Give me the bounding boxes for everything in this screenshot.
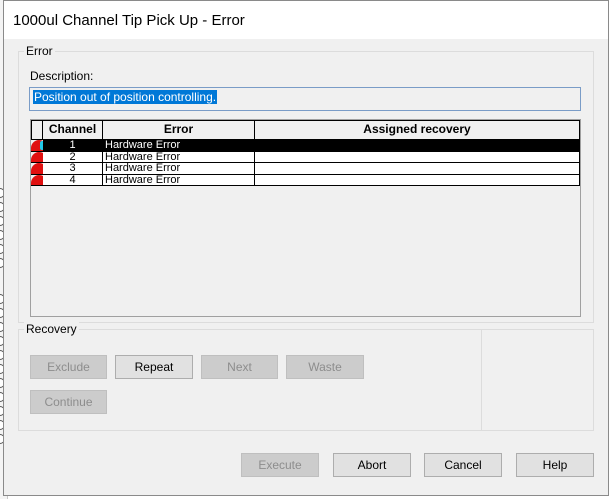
error-status-icon bbox=[31, 174, 43, 186]
exclude-button[interactable]: Exclude bbox=[30, 355, 107, 379]
table-row[interactable]: 2 Hardware Error bbox=[31, 151, 580, 163]
description-field[interactable]: Position out of position controlling. bbox=[29, 87, 581, 111]
cell-error: Hardware Error bbox=[103, 140, 255, 152]
cell-assigned-recovery bbox=[255, 163, 580, 175]
next-button[interactable]: Next bbox=[201, 355, 278, 379]
column-header-error[interactable]: Error bbox=[102, 120, 255, 140]
repeat-button[interactable]: Repeat bbox=[115, 355, 193, 379]
cell-channel: 3 bbox=[43, 163, 103, 175]
error-status-icon bbox=[31, 151, 43, 163]
table-row[interactable]: 3 Hardware Error bbox=[31, 163, 580, 175]
row-status-indicator bbox=[31, 140, 43, 152]
active-channel-icon bbox=[40, 141, 43, 150]
cancel-button[interactable]: Cancel bbox=[424, 453, 502, 477]
help-button[interactable]: Help bbox=[516, 453, 594, 477]
row-status-indicator bbox=[31, 174, 43, 186]
waste-button[interactable]: Waste bbox=[286, 355, 364, 379]
table-row[interactable]: 1 Hardware Error bbox=[31, 140, 580, 152]
cell-error: Hardware Error bbox=[103, 151, 255, 163]
error-dialog: 1000ul Channel Tip Pick Up - Error Error… bbox=[3, 0, 609, 496]
cell-assigned-recovery bbox=[255, 151, 580, 163]
description-value: Position out of position controlling. bbox=[33, 90, 218, 104]
title-bar[interactable]: 1000ul Channel Tip Pick Up - Error bbox=[4, 1, 608, 39]
cell-channel: 1 bbox=[43, 140, 103, 152]
recovery-group: Recovery Exclude Repeat Next Waste Conti… bbox=[18, 322, 594, 431]
recovery-divider bbox=[481, 330, 482, 430]
execute-button[interactable]: Execute bbox=[241, 453, 319, 477]
abort-button[interactable]: Abort bbox=[333, 453, 411, 477]
cell-error: Hardware Error bbox=[103, 174, 255, 186]
cell-channel: 2 bbox=[43, 151, 103, 163]
cell-assigned-recovery bbox=[255, 174, 580, 186]
cell-channel: 4 bbox=[43, 174, 103, 186]
channel-error-grid[interactable]: Channel Error Assigned recovery 1 Hardwa… bbox=[30, 119, 581, 317]
dialog-client-area: Error Description: Position out of posit… bbox=[4, 39, 608, 495]
grid-header: Channel Error Assigned recovery bbox=[31, 120, 580, 140]
recovery-group-title: Recovery bbox=[24, 322, 79, 336]
column-header-channel[interactable]: Channel bbox=[42, 120, 103, 140]
cell-assigned-recovery bbox=[255, 140, 580, 152]
continue-button[interactable]: Continue bbox=[30, 390, 107, 414]
window-title: 1000ul Channel Tip Pick Up - Error bbox=[13, 11, 245, 29]
description-label: Description: bbox=[30, 69, 94, 83]
table-row[interactable]: 4 Hardware Error bbox=[31, 174, 580, 186]
error-status-icon bbox=[31, 163, 43, 174]
row-status-indicator bbox=[31, 151, 43, 163]
row-status-indicator bbox=[31, 163, 43, 175]
error-group-title: Error bbox=[24, 44, 55, 58]
column-header-assigned-recovery[interactable]: Assigned recovery bbox=[254, 120, 580, 140]
cell-error: Hardware Error bbox=[103, 163, 255, 175]
error-group: Error Description: Position out of posit… bbox=[18, 44, 594, 323]
